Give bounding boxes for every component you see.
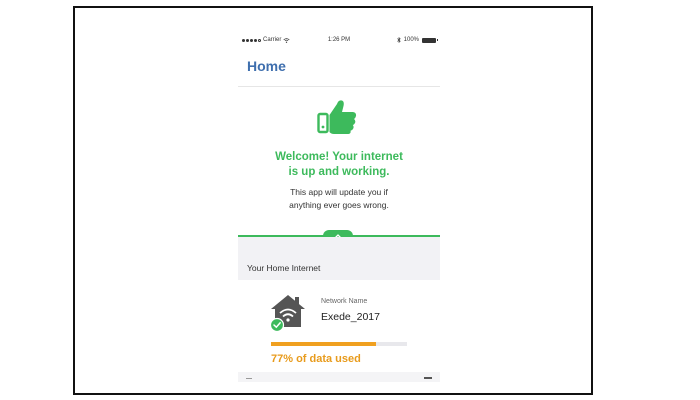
page-title: Home [247,58,286,74]
next-row-peek [238,372,440,382]
welcome-subtitle-line-2: anything ever goes wrong. [289,200,389,210]
status-hero: Welcome! Your internet is up and working… [238,87,440,236]
network-card[interactable]: Network Name Exede_2017 77% of data used [238,280,440,382]
welcome-subtitle: This app will update you if anything eve… [238,186,440,212]
status-bar: Carrier 1:26 PM 100% [238,30,440,50]
welcome-subtitle-line-1: This app will update you if [290,187,388,197]
network-name-label: Network Name [321,298,368,305]
welcome-title: Welcome! Your internet is up and working… [238,150,440,180]
section-title: Your Home Internet [247,263,321,273]
data-usage-bar [271,342,407,346]
next-row-left-mark [246,378,252,379]
battery-icon [422,37,438,43]
check-badge-icon [269,317,285,331]
thumbs-up-icon [317,100,357,134]
status-right: 100% [396,37,438,43]
data-usage-fill [271,342,376,346]
network-name-value: Exede_2017 [321,311,380,323]
data-usage-text: 77% of data used [271,353,361,365]
battery-percent: 100% [403,37,419,43]
next-row-right-mark [424,377,432,379]
nav-header: Home [238,50,440,87]
welcome-title-line-2: is up and working. [288,166,390,178]
section-header: Your Home Internet [238,237,440,280]
house-wifi-icon [269,295,305,331]
phone-screen: Carrier 1:26 PM 100% Home Welcome! Your … [238,30,440,382]
welcome-title-line-1: Welcome! Your internet [275,151,403,163]
bluetooth-icon [396,37,401,43]
